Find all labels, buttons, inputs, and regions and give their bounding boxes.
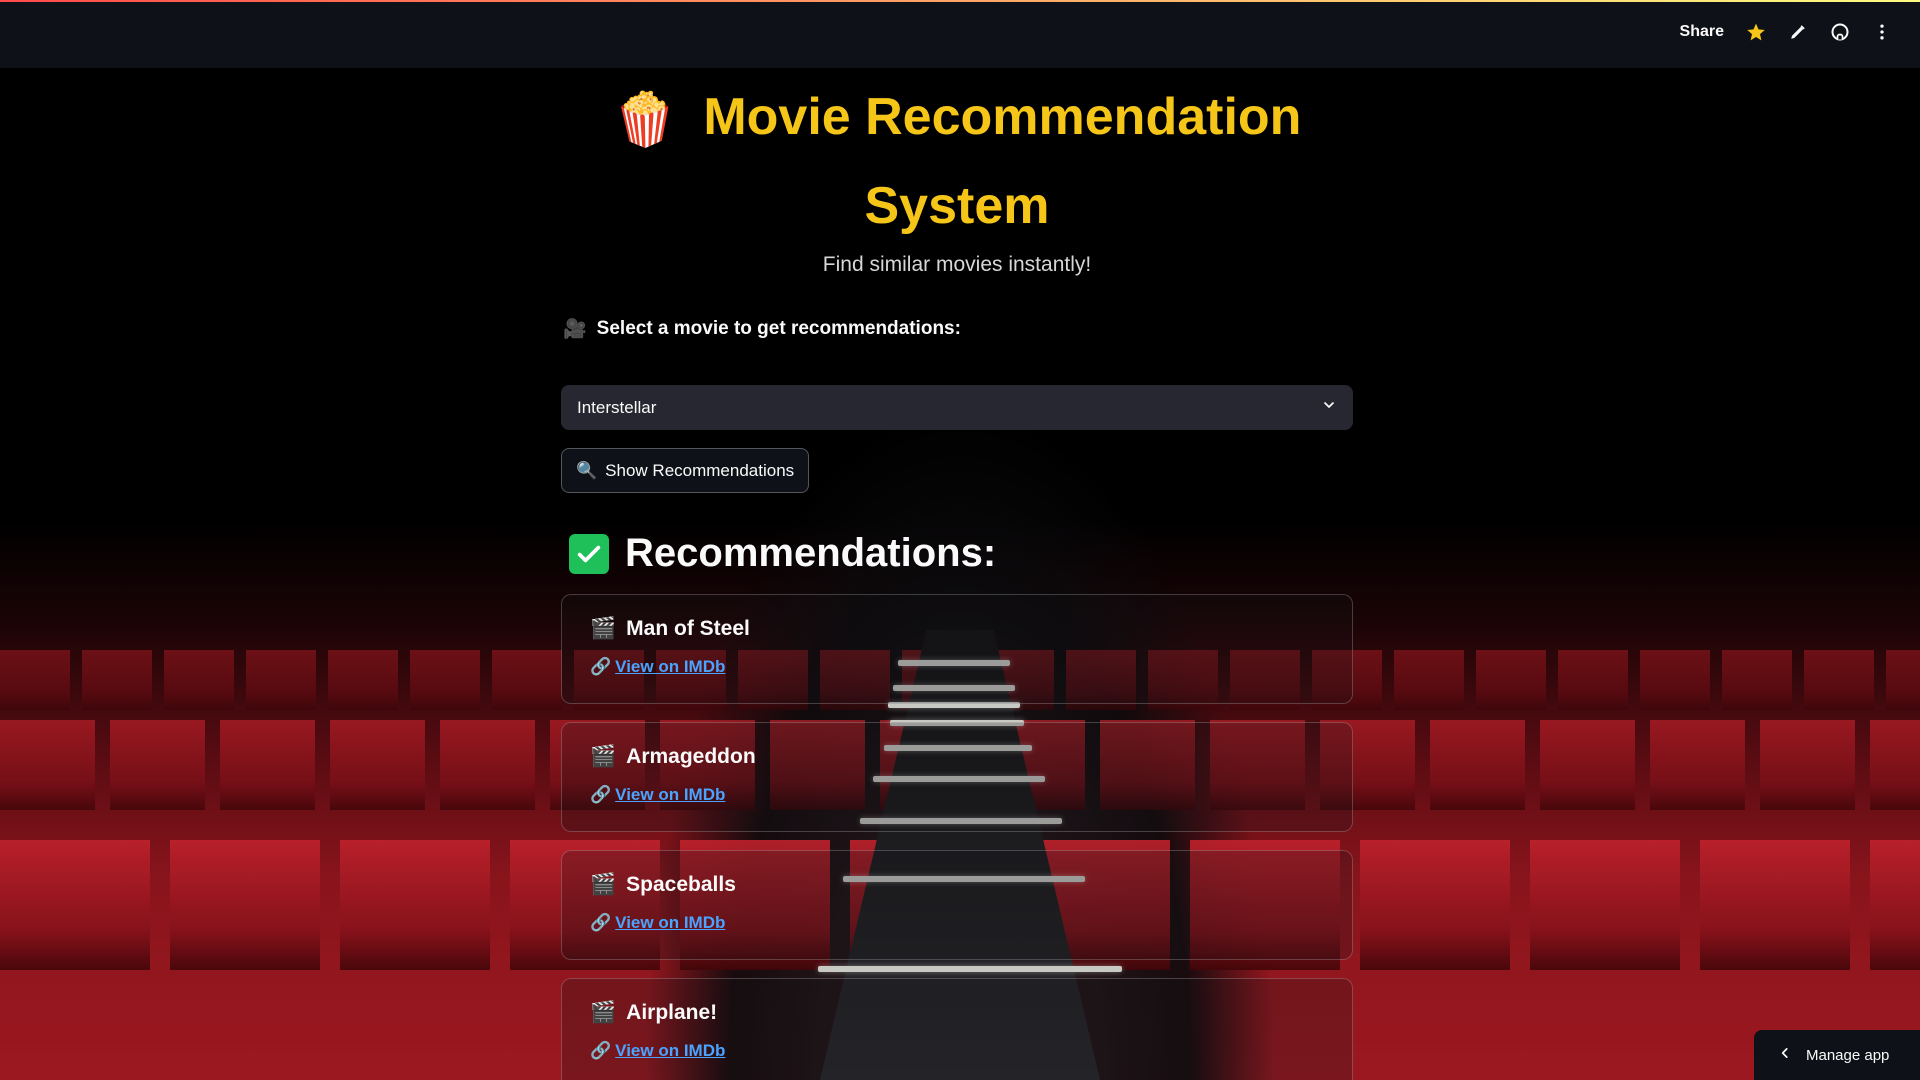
movie-title: 🎬 Airplane! (590, 1001, 1328, 1025)
movie-title: 🎬 Armageddon (590, 745, 1328, 769)
clapper-icon: 🎬 (590, 617, 617, 641)
select-label: 🎥 Select a movie to get recommendations: (563, 317, 1353, 341)
recommendation-card: 🎬 Spaceballs 🔗 View on IMDb (561, 850, 1353, 961)
popcorn-icon: 🍿 (612, 91, 678, 150)
imdb-link-row: 🔗 View on IMDb (590, 785, 1328, 805)
page-title: 🍿 Movie Recommendation System (561, 74, 1353, 249)
movie-select-value: Interstellar (577, 397, 657, 417)
page-title-text: Movie Recommendation System (703, 88, 1302, 236)
imdb-link-row: 🔗 View on IMDb (590, 1041, 1328, 1061)
clapper-icon: 🎬 (590, 1001, 617, 1025)
recommendations-heading-text: Recommendations: (625, 531, 997, 576)
imdb-link[interactable]: View on IMDb (615, 1041, 725, 1061)
movie-title-text: Man of Steel (626, 617, 750, 641)
clapper-icon: 🎬 (590, 745, 617, 769)
movie-title: 🎬 Spaceballs (590, 873, 1328, 897)
select-label-text: Select a movie to get recommendations: (596, 318, 961, 340)
clapper-icon: 🎬 (590, 873, 617, 897)
more-vertical-icon[interactable] (1872, 22, 1892, 42)
imdb-link[interactable]: View on IMDb (615, 785, 725, 805)
link-icon: 🔗 (590, 657, 612, 677)
github-icon[interactable] (1830, 22, 1850, 42)
main-content: 🍿 Movie Recommendation System Find simila… (561, 68, 1353, 1080)
link-icon: 🔗 (590, 785, 612, 805)
link-icon: 🔗 (590, 913, 612, 933)
link-icon: 🔗 (590, 1041, 612, 1061)
movie-title-text: Airplane! (626, 1001, 718, 1025)
header-decoration (0, 0, 1920, 2)
page-subtitle: Find similar movies instantly! (822, 253, 1092, 277)
recommendation-card: 🎬 Man of Steel 🔗 View on IMDb (561, 594, 1353, 705)
recommendation-card: 🎬 Airplane! 🔗 View on IMDb (561, 978, 1353, 1080)
check-mark-icon (569, 533, 609, 574)
manage-app-label: Manage app (1806, 1046, 1890, 1064)
show-recommendations-label: Show Recommendations (605, 460, 795, 480)
magnifier-icon: 🔍 (576, 460, 598, 480)
star-icon[interactable] (1746, 22, 1766, 42)
chevron-left-icon (1778, 1046, 1792, 1064)
movie-select[interactable]: Interstellar (561, 385, 1353, 431)
recommendation-card: 🎬 Armageddon 🔗 View on IMDb (561, 722, 1353, 833)
header-actions: Share (1680, 22, 1892, 42)
recommendations-heading: Recommendations: (569, 531, 1353, 576)
imdb-link-row: 🔗 View on IMDb (590, 657, 1328, 677)
show-recommendations-button[interactable]: 🔍 Show Recommendations (561, 448, 810, 494)
pencil-icon[interactable] (1788, 22, 1808, 42)
recommendation-list: 🎬 Man of Steel 🔗 View on IMDb 🎬 Armagedd… (561, 594, 1353, 1080)
movie-camera-icon: 🎥 (563, 319, 587, 341)
chevron-down-icon (1321, 397, 1337, 418)
manage-app-button[interactable]: Manage app (1754, 1030, 1920, 1080)
movie-title-text: Spaceballs (626, 873, 736, 897)
movie-title: 🎬 Man of Steel (590, 617, 1328, 641)
imdb-link-row: 🔗 View on IMDb (590, 913, 1328, 933)
share-button[interactable]: Share (1680, 23, 1724, 41)
movie-title-text: Armageddon (626, 745, 756, 769)
app-header: Share (0, 0, 1920, 68)
imdb-link[interactable]: View on IMDb (615, 913, 725, 933)
imdb-link[interactable]: View on IMDb (615, 657, 725, 677)
